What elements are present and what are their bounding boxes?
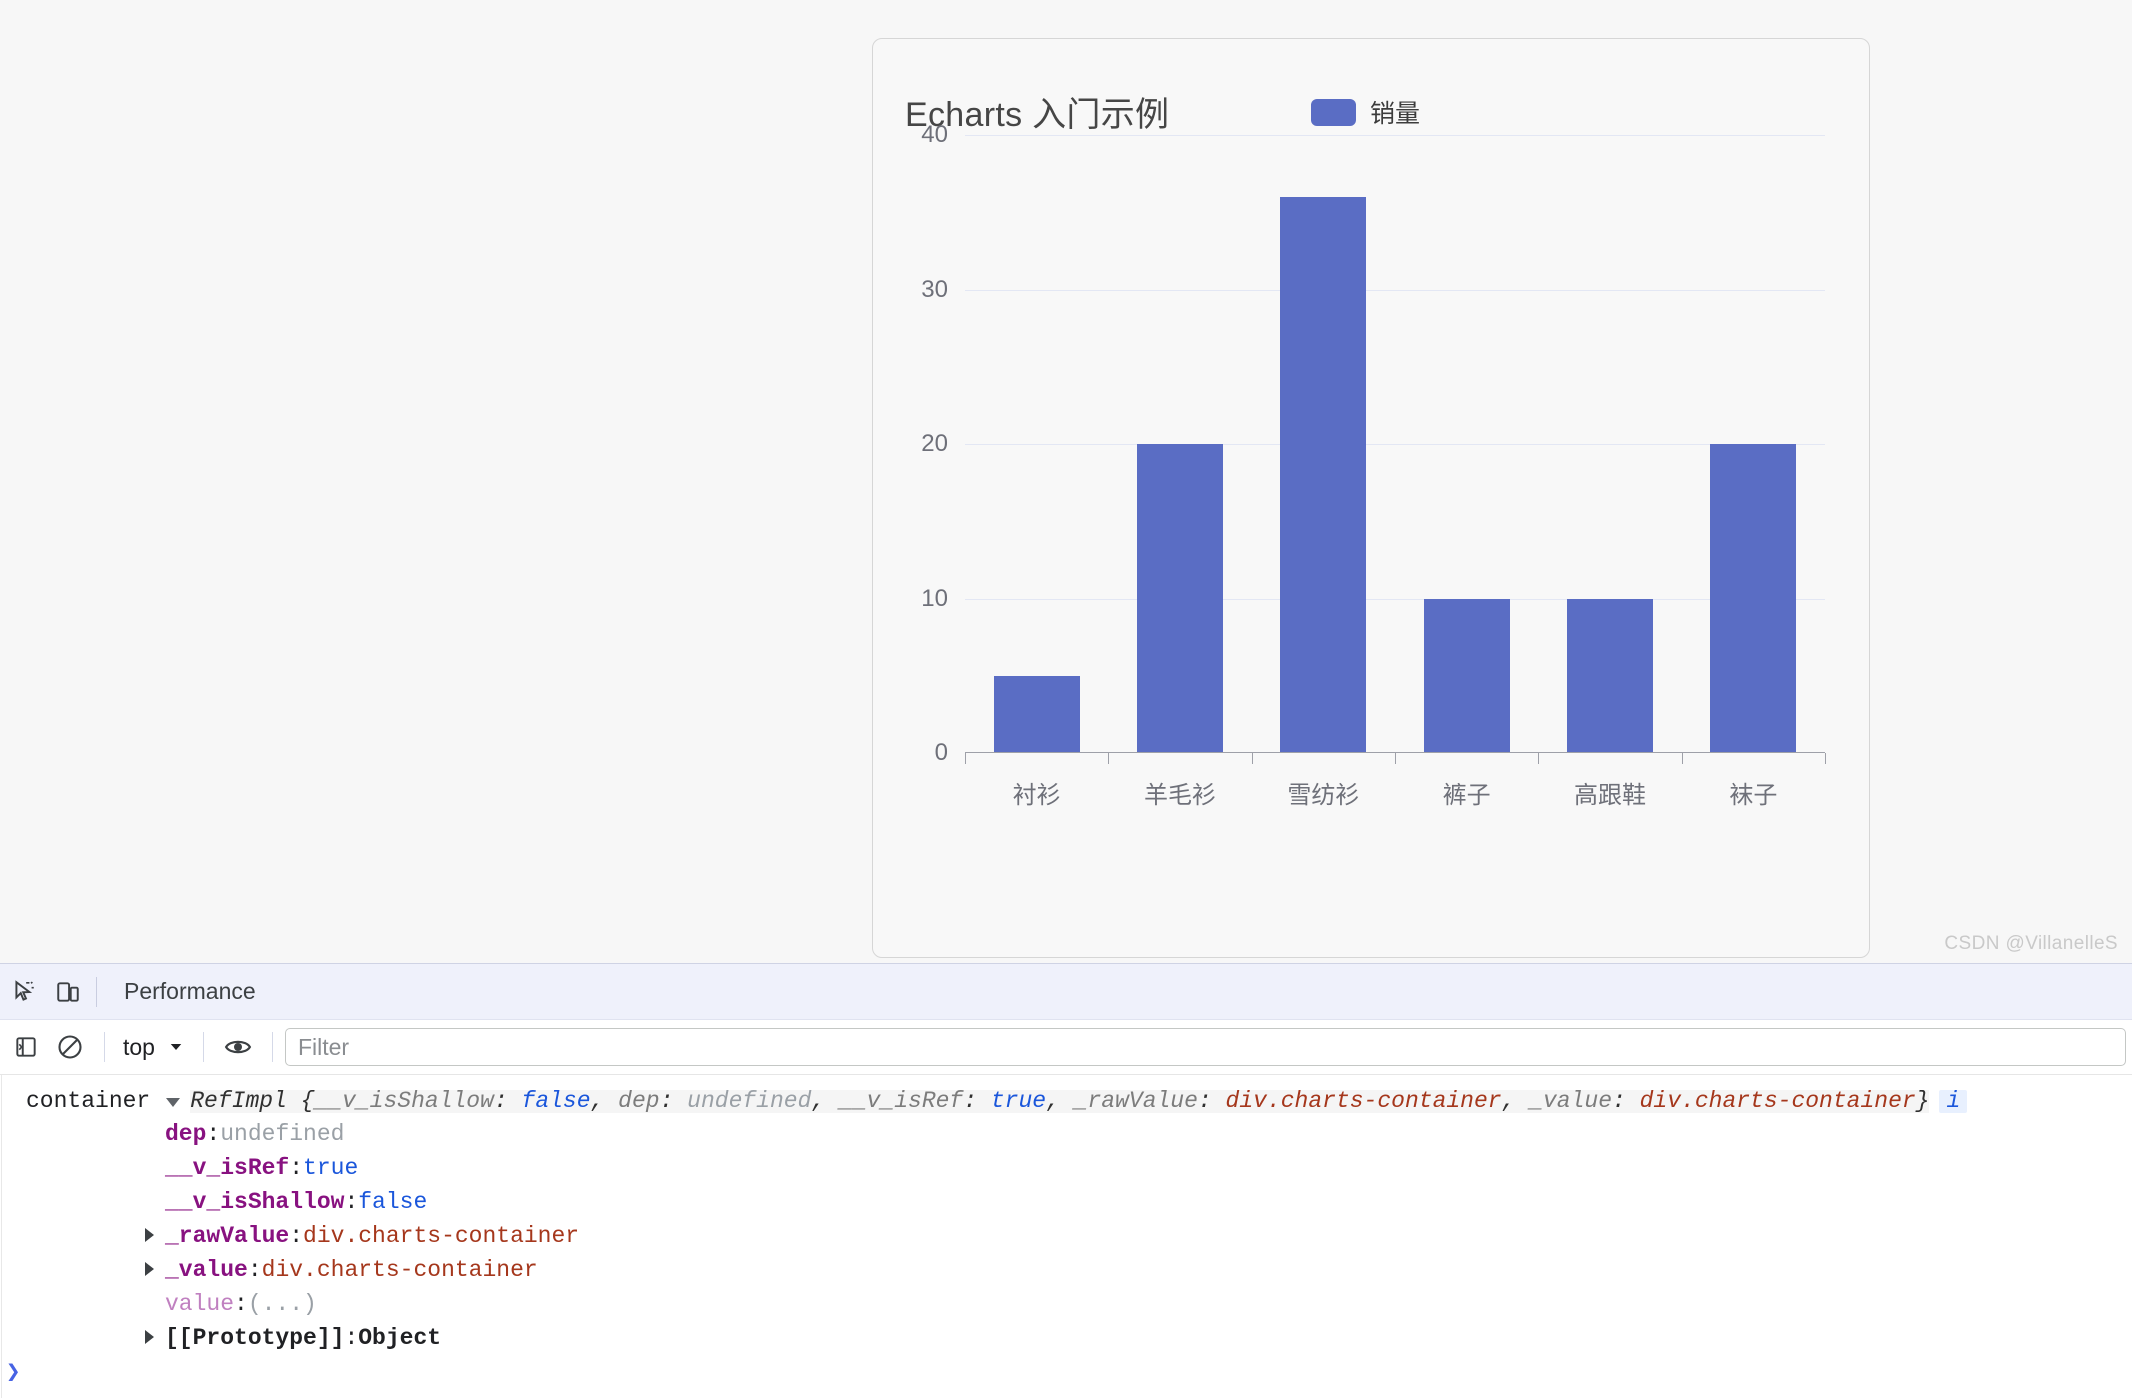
x-tick-label: 高跟鞋	[1574, 782, 1646, 809]
bar-雪纺衫[interactable]	[1280, 196, 1367, 753]
property-value: false	[358, 1189, 428, 1215]
gridline	[965, 444, 1825, 445]
gridline	[965, 289, 1825, 291]
object-preview[interactable]: RefImpl {__v_isShallow: false, dep: unde…	[190, 1090, 1930, 1113]
gridline	[965, 135, 1825, 136]
y-tick-label: 20	[921, 430, 948, 457]
property-value: true	[303, 1155, 359, 1181]
expand-triangle-icon[interactable]	[145, 1330, 154, 1344]
property-row[interactable]: value: (...)	[0, 1287, 2132, 1321]
console-output[interactable]: container RefImpl {__v_isShallow: false,…	[0, 1075, 2132, 1398]
y-tick-label: 0	[934, 739, 948, 766]
property-row[interactable]: [[Prototype]]: Object	[0, 1321, 2132, 1355]
console-filter-input[interactable]	[284, 1028, 2126, 1066]
x-tick-label: 衬衫	[1012, 782, 1061, 809]
legend-swatch-销量[interactable]	[1311, 98, 1356, 126]
x-tick-label: 羊毛衫	[1144, 782, 1216, 809]
property-row[interactable]: dep: undefined	[0, 1117, 2132, 1151]
device-toolbar-icon[interactable]	[46, 970, 90, 1014]
bar-羊毛衫[interactable]	[1137, 444, 1223, 753]
prompt-caret-icon: ❯	[6, 1360, 21, 1387]
y-tick-label: 40	[921, 121, 948, 148]
x-tick-label: 袜子	[1729, 782, 1778, 809]
devtools-tabbar: ElementsConsoleSourcesNetworkPerformance…	[0, 964, 2132, 1228]
property-key: _rawValue	[165, 1223, 290, 1249]
console-toolbar: top	[0, 1020, 2132, 1075]
property-row[interactable]: __v_isRef: true	[0, 1151, 2132, 1185]
y-tick-label: 10	[921, 584, 948, 612]
property-value: Object	[358, 1325, 442, 1351]
legend-label[interactable]: 销量	[1370, 94, 1420, 130]
info-badge-icon[interactable]: i	[1939, 1090, 1968, 1113]
devtools-panel: ElementsConsoleSourcesNetworkPerformance…	[0, 963, 2132, 1398]
chart-legend[interactable]: 销量	[1311, 94, 1420, 130]
bar-衬衫[interactable]	[993, 675, 1080, 753]
property-value: (...)	[247, 1291, 317, 1317]
bar-袜子[interactable]	[1710, 444, 1797, 753]
toolbar-separator	[96, 976, 97, 1007]
bar-高跟鞋[interactable]	[1567, 598, 1653, 753]
property-value: div.charts-container	[261, 1257, 538, 1283]
property-key: __v_isShallow	[165, 1189, 345, 1215]
execution-context-select[interactable]: top	[117, 1034, 191, 1061]
x-axis-tick	[1395, 753, 1396, 764]
inspect-element-icon[interactable]	[2, 970, 46, 1014]
console-sidebar-icon[interactable]	[4, 1025, 48, 1069]
chart-plot-area: 0 10 20 30 40 衬衫 羊毛衫 雪纺衫 裤子 高跟鞋 袜子	[921, 121, 1826, 809]
property-key: _value	[165, 1257, 248, 1283]
gridline	[965, 598, 1825, 600]
x-axis-tick	[1825, 753, 1826, 764]
execution-context-label: top	[123, 1033, 155, 1060]
property-key: dep	[165, 1121, 207, 1147]
tab-performance[interactable]: Performance	[107, 964, 280, 1020]
object-property-list: dep: undefined __v_isRef: true __v_isShall…	[0, 1117, 2132, 1355]
property-value: div.charts-container	[303, 1223, 580, 1249]
expand-triangle-icon[interactable]	[166, 1098, 181, 1107]
property-value: undefined	[220, 1121, 345, 1147]
toolbar-separator	[271, 1032, 273, 1062]
echarts-card: Echarts 入门示例 销量 0 10 20 30 40 衬衫 羊毛衫 雪纺衫 裤子 高跟鞋袜…	[872, 38, 1870, 958]
x-axis-tick	[1681, 753, 1683, 764]
console-log-entry[interactable]: container RefImpl {__v_isShallow: false,…	[0, 1075, 2132, 1355]
toolbar-separator	[104, 1032, 105, 1062]
live-expression-icon[interactable]	[216, 1025, 260, 1069]
x-tick-label: 雪纺衫	[1287, 782, 1360, 809]
x-tick-label: 裤子	[1442, 782, 1491, 809]
property-row[interactable]: _value: div.charts-container	[0, 1253, 2132, 1287]
x-axis-tick	[965, 753, 966, 764]
expand-triangle-icon[interactable]	[145, 1262, 154, 1276]
browser-viewport: Echarts 入门示例 销量 0 10 20 30 40 衬衫 羊毛衫 雪纺衫 裤子 高跟鞋袜…	[0, 0, 2132, 963]
clear-console-icon[interactable]	[48, 1025, 92, 1069]
expand-triangle-icon[interactable]	[145, 1228, 154, 1242]
property-key: __v_isRef	[165, 1155, 290, 1181]
console-prompt[interactable]: ❯	[0, 1355, 20, 1389]
console-log-header[interactable]: container RefImpl {__v_isShallow: false,…	[0, 1086, 2132, 1117]
y-tick-label: 30	[921, 275, 948, 303]
chevron-down-icon	[170, 1044, 182, 1050]
x-axis-tick	[1251, 753, 1253, 764]
toolbar-separator	[202, 1032, 204, 1062]
csdn-watermark: CSDN @VillanelleS	[1944, 933, 2118, 954]
property-row[interactable]: _rawValue: div.charts-container	[0, 1219, 2132, 1253]
log-label: container	[26, 1088, 151, 1114]
x-axis-tick	[1108, 753, 1110, 764]
property-row[interactable]: __v_isShallow: false	[0, 1185, 2132, 1219]
property-key: value	[165, 1291, 235, 1317]
property-key: [[Prototype]]	[165, 1325, 345, 1351]
x-axis-tick	[1538, 753, 1540, 764]
bar-裤子[interactable]	[1423, 598, 1510, 753]
